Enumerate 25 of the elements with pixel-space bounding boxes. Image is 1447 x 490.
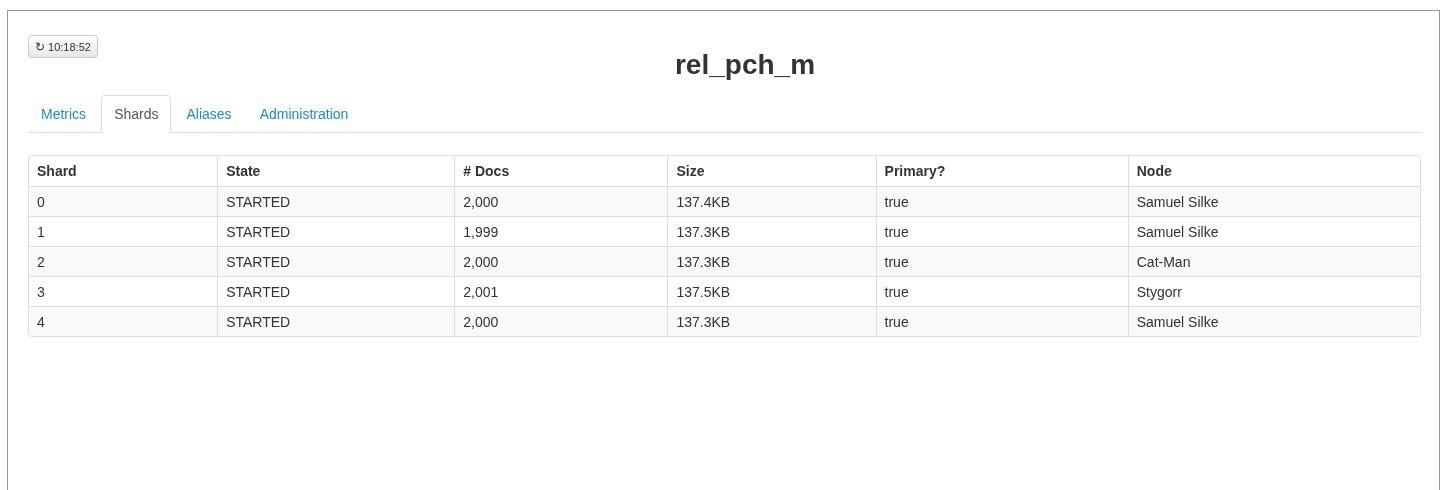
- table-cell: 4: [29, 306, 218, 336]
- table-cell: 137.3KB: [667, 306, 876, 336]
- table-cell: 0: [29, 186, 218, 216]
- table-cell: Samuel Silke: [1127, 186, 1420, 216]
- table-cell: 2,000: [454, 246, 668, 276]
- table-cell: STARTED: [217, 246, 455, 276]
- table-cell: STARTED: [217, 306, 455, 336]
- column-header: Shard: [36, 162, 78, 181]
- table-cell: 2: [29, 246, 218, 276]
- table-cell: Cat-Man: [1127, 246, 1420, 276]
- table-cell: Samuel Silke: [1127, 306, 1420, 336]
- table-cell: STARTED: [217, 186, 455, 216]
- refresh-button[interactable]: ↻ 10:18:52: [28, 35, 98, 58]
- tab[interactable]: Administration: [246, 95, 362, 133]
- table-cell: true: [875, 306, 1128, 336]
- table-cell: 137.4KB: [667, 186, 876, 216]
- table-cell: true: [875, 186, 1128, 216]
- table-cell: 2,000: [454, 186, 668, 216]
- table-cell: 2,000: [454, 306, 668, 336]
- tab[interactable]: Aliases: [173, 95, 245, 133]
- table-cell: 137.3KB: [667, 246, 876, 276]
- index-title: rel_pch_m: [673, 48, 816, 81]
- tab[interactable]: Metrics: [28, 95, 100, 133]
- tab[interactable]: Shards: [101, 95, 172, 133]
- table-cell: true: [875, 246, 1128, 276]
